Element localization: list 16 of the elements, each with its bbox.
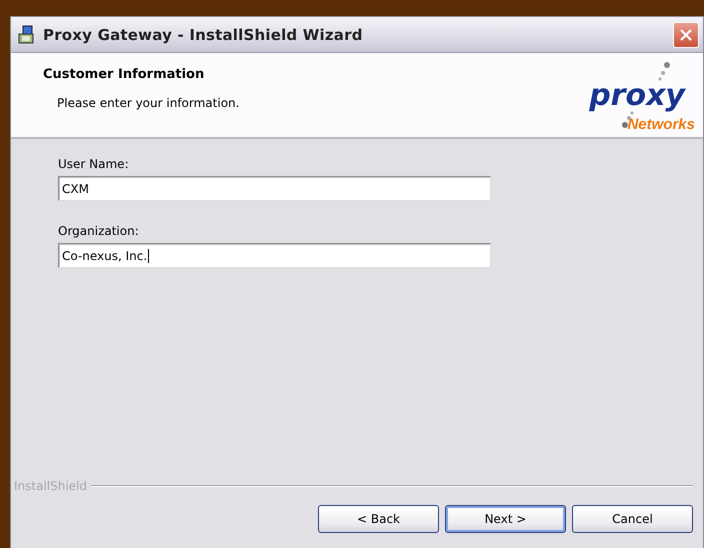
text-field[interactable]: Co-nexus, Inc. xyxy=(58,243,491,268)
close-icon xyxy=(679,28,693,42)
field-label: User Name: xyxy=(58,157,129,171)
page-subtitle: Please enter your information. xyxy=(57,96,240,110)
wizard-button[interactable]: < Back xyxy=(318,505,439,533)
text-field[interactable]: CXM xyxy=(58,176,491,201)
brand-label: InstallShield xyxy=(14,479,88,493)
wizard-button[interactable]: Next > xyxy=(445,505,566,533)
wizard-button[interactable]: Cancel xyxy=(572,505,693,533)
company-logo: proxy Networks xyxy=(547,53,703,137)
page-title: Customer Information xyxy=(43,67,206,82)
field-label: Organization: xyxy=(58,224,139,238)
window-title: Proxy Gateway - InstallShield Wizard xyxy=(43,26,364,44)
field-value: Co-nexus, Inc. xyxy=(62,248,148,262)
close-button[interactable] xyxy=(673,22,699,48)
field-value: CXM xyxy=(62,182,89,196)
